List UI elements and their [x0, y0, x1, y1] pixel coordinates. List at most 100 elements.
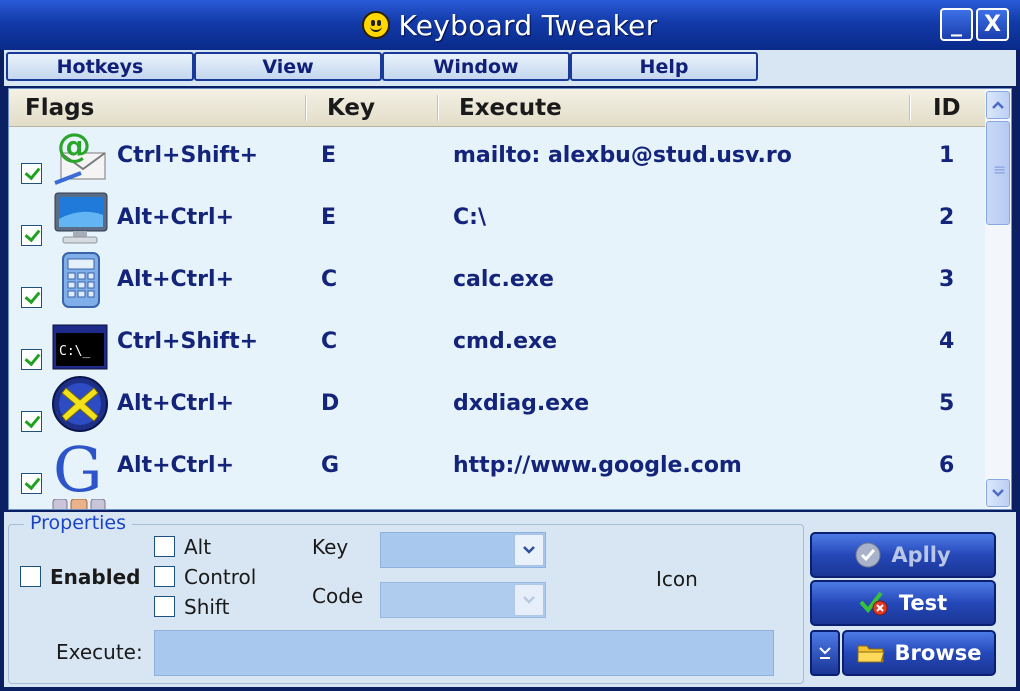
row-enabled-checkbox[interactable]: [21, 411, 42, 432]
alt-label: Alt: [184, 535, 212, 559]
row-flags: Alt+Ctrl+: [117, 205, 235, 230]
row-key: E: [321, 143, 337, 168]
row-execute: cmd.exe: [453, 329, 558, 354]
control-checkbox[interactable]: [154, 566, 175, 587]
table-row[interactable]: [9, 499, 985, 509]
menu-help[interactable]: Help: [570, 52, 758, 81]
row-id: 3: [939, 267, 955, 292]
minimize-button[interactable]: _: [940, 8, 973, 41]
row-execute: C:\: [453, 205, 486, 230]
icon-label: Icon: [656, 567, 698, 591]
execute-field[interactable]: [154, 630, 774, 676]
close-button[interactable]: X: [976, 8, 1009, 41]
scroll-down-button[interactable]: [986, 479, 1010, 507]
row-key: E: [321, 205, 337, 230]
svg-text:C:\_: C:\_: [59, 344, 90, 359]
table-row[interactable]: @ Ctrl+Shift+ E mailto: alexbu@stud.usv.…: [9, 127, 985, 189]
table-row[interactable]: G Alt+Ctrl+ G http://www.google.com 6: [9, 437, 985, 499]
alt-checkbox[interactable]: [154, 536, 175, 557]
row-execute: mailto: alexbu@stud.usv.ro: [453, 143, 792, 168]
row-flags: Ctrl+Shift+: [117, 329, 259, 354]
row-enabled-checkbox[interactable]: [21, 473, 42, 494]
row-id: 4: [939, 329, 955, 354]
column-header-id[interactable]: ID: [933, 89, 961, 127]
row-flags: Alt+Ctrl+: [117, 267, 235, 292]
computer-monitor-icon: [54, 192, 108, 244]
row-execute: http://www.google.com: [453, 453, 742, 478]
key-select[interactable]: [380, 532, 546, 568]
browse-button[interactable]: Browse: [842, 630, 996, 676]
row-flags: Ctrl+Shift+: [117, 143, 259, 168]
code-label: Code: [312, 584, 364, 608]
window-title: Keyboard Tweaker: [398, 8, 658, 42]
enabled-label: Enabled: [50, 565, 141, 589]
browse-options-button[interactable]: [810, 630, 840, 676]
menu-bar: Hotkeys View Window Help: [4, 50, 1016, 86]
menu-hotkeys[interactable]: Hotkeys: [6, 52, 194, 81]
row-execute: dxdiag.exe: [453, 391, 590, 416]
folder-icon: [857, 645, 885, 663]
calculator-icon: [62, 252, 100, 308]
browse-label: Browse: [894, 641, 982, 665]
row-execute: calc.exe: [453, 267, 554, 292]
control-label: Control: [184, 565, 257, 589]
command-prompt-icon: C:\_: [52, 324, 108, 370]
table-row[interactable]: C:\_ Ctrl+Shift+ C cmd.exe 4: [9, 313, 985, 375]
test-label: Test: [898, 591, 948, 615]
chevron-down-icon: [523, 596, 535, 604]
row-enabled-checkbox[interactable]: [21, 163, 42, 184]
column-header-key[interactable]: Key: [327, 89, 375, 127]
partial-row-icon: [52, 499, 106, 509]
chevron-up-icon: [992, 101, 1004, 109]
column-divider[interactable]: [437, 95, 439, 121]
row-key: G: [321, 453, 340, 478]
execute-label: Execute:: [56, 640, 143, 664]
row-key: C: [321, 267, 338, 292]
scroll-thumb[interactable]: [986, 121, 1010, 225]
smiley-app-icon: [362, 11, 391, 39]
table-row[interactable]: Alt+Ctrl+ D dxdiag.exe 5: [9, 375, 985, 437]
properties-legend: Properties: [24, 512, 133, 534]
menu-window[interactable]: Window: [382, 52, 570, 81]
directx-icon: [52, 376, 108, 432]
key-label: Key: [312, 535, 349, 559]
hotkey-list[interactable]: Flags Key Execute ID @ Ctrl+Shift+ E mai…: [8, 88, 1012, 510]
column-header-flags[interactable]: Flags: [25, 89, 94, 127]
code-select-dropdown[interactable]: [514, 584, 544, 616]
shift-label: Shift: [184, 595, 230, 619]
chevron-down-icon: [819, 647, 831, 659]
chevron-down-icon: [992, 489, 1004, 497]
chevron-down-icon: [523, 546, 535, 554]
scroll-up-button[interactable]: [986, 91, 1010, 119]
column-divider[interactable]: [909, 95, 911, 121]
google-icon: G: [53, 437, 103, 495]
apply-label: Aplly: [891, 543, 951, 567]
row-id: 5: [939, 391, 955, 416]
code-select[interactable]: [380, 582, 546, 618]
table-row[interactable]: Alt+Ctrl+ C calc.exe 3: [9, 251, 985, 313]
column-divider[interactable]: [305, 95, 307, 121]
svg-text:@: @: [57, 127, 91, 166]
row-key: D: [321, 391, 340, 416]
shift-checkbox[interactable]: [154, 596, 175, 617]
menu-view[interactable]: View: [194, 52, 382, 81]
row-enabled-checkbox[interactable]: [21, 349, 42, 370]
row-flags: Alt+Ctrl+: [117, 391, 235, 416]
row-enabled-checkbox[interactable]: [21, 287, 42, 308]
check-circle-icon: [855, 542, 881, 568]
apply-button[interactable]: Aplly: [810, 532, 996, 578]
test-button[interactable]: Test: [810, 580, 996, 626]
properties-panel: Properties Enabled Alt Control Shift Key…: [4, 512, 1016, 687]
mail-icon: @: [54, 127, 106, 185]
table-row[interactable]: Alt+Ctrl+ E C:\ 2: [9, 189, 985, 251]
title-bar[interactable]: Keyboard Tweaker _ X: [0, 0, 1020, 50]
row-id: 1: [939, 143, 955, 168]
key-select-dropdown[interactable]: [514, 534, 544, 566]
row-id: 2: [939, 205, 955, 230]
list-header: Flags Key Execute ID: [9, 89, 985, 127]
enabled-checkbox[interactable]: [20, 566, 41, 587]
svg-text:G: G: [53, 437, 103, 495]
column-header-execute[interactable]: Execute: [459, 89, 562, 127]
row-enabled-checkbox[interactable]: [21, 225, 42, 246]
vertical-scrollbar[interactable]: [985, 89, 1011, 509]
